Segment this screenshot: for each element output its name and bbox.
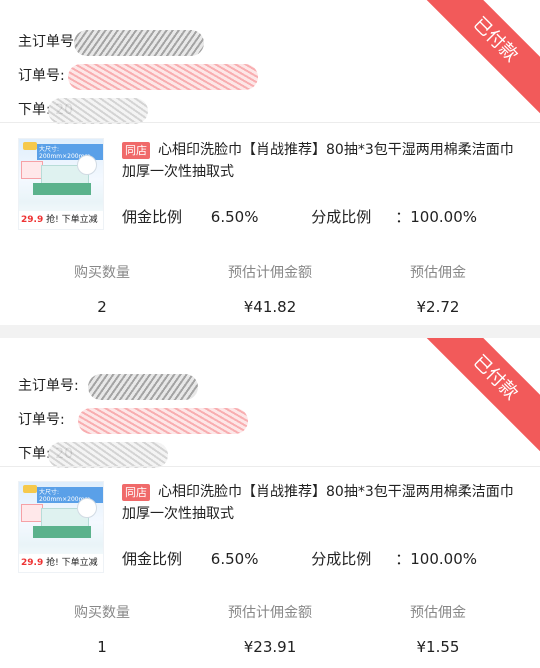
order-placed-time: 下单: 20 bbox=[18, 98, 148, 132]
paid-status-ribbon: 已付款 bbox=[413, 338, 540, 460]
stat-quantity: 购买数量 1 bbox=[74, 605, 130, 656]
order-info: 主订单号: 订单号: 下单: 20 bbox=[18, 374, 248, 476]
redaction-scribble bbox=[68, 64, 258, 90]
redaction-scribble bbox=[78, 408, 248, 434]
order-number: 订单号: bbox=[18, 408, 248, 442]
share-rate: 100.00% bbox=[410, 208, 478, 226]
redaction-scribble bbox=[74, 30, 204, 56]
rate-line: 佣金比例 6.50% 分成比例 ：100.00% bbox=[122, 208, 478, 226]
order-placed-time: 下单: 20 bbox=[18, 442, 168, 476]
rate-line: 佣金比例 6.50% 分成比例 ：100.00% bbox=[122, 550, 478, 568]
stat-estimated-commission: 预估佣金 ¥1.55 bbox=[410, 605, 466, 656]
stat-estimated-commission: 预估佣金 ¥2.72 bbox=[410, 265, 466, 316]
stat-estimated-amount: 预估计佣金额 ¥23.91 bbox=[228, 605, 312, 656]
commission-rate: 6.50% bbox=[210, 208, 259, 226]
main-order-number: 主订单号: bbox=[18, 30, 204, 64]
product-title[interactable]: 心相印洗脸巾【肖战推荐】80抽*3包干湿两用棉柔洁面巾加厚一次性抽取式 bbox=[122, 139, 522, 183]
divider bbox=[0, 466, 540, 467]
order-card[interactable]: 已付款 主订单号: 订单号: 下单: 20 大尺寸: 200mm×200mm 2… bbox=[0, 0, 540, 325]
redaction-scribble bbox=[88, 374, 198, 400]
order-card[interactable]: 已付款 主订单号: 订单号: 下单: 20 大尺寸: 200mm×200mm 2… bbox=[0, 338, 540, 668]
share-rate: 100.00% bbox=[410, 550, 478, 568]
stat-quantity: 购买数量 2 bbox=[74, 265, 130, 316]
divider bbox=[0, 122, 540, 123]
product-thumbnail[interactable]: 大尺寸: 200mm×200mm 29.9 抢! 下单立减10 bbox=[18, 481, 104, 573]
product-title[interactable]: 心相印洗脸巾【肖战推荐】80抽*3包干湿两用棉柔洁面巾加厚一次性抽取式 bbox=[122, 481, 522, 525]
order-info: 主订单号: 订单号: 下单: 20 bbox=[18, 30, 258, 132]
redaction-scribble bbox=[48, 98, 148, 124]
main-order-number: 主订单号: bbox=[18, 374, 198, 408]
product-thumbnail[interactable]: 大尺寸: 200mm×200mm 29.9 抢! 下单立减10 bbox=[18, 138, 104, 230]
redaction-scribble bbox=[48, 442, 168, 468]
paid-status-ribbon: 已付款 bbox=[413, 0, 540, 122]
stat-estimated-amount: 预估计佣金额 ¥41.82 bbox=[228, 265, 312, 316]
order-number: 订单号: bbox=[18, 64, 258, 98]
commission-rate: 6.50% bbox=[210, 550, 259, 568]
